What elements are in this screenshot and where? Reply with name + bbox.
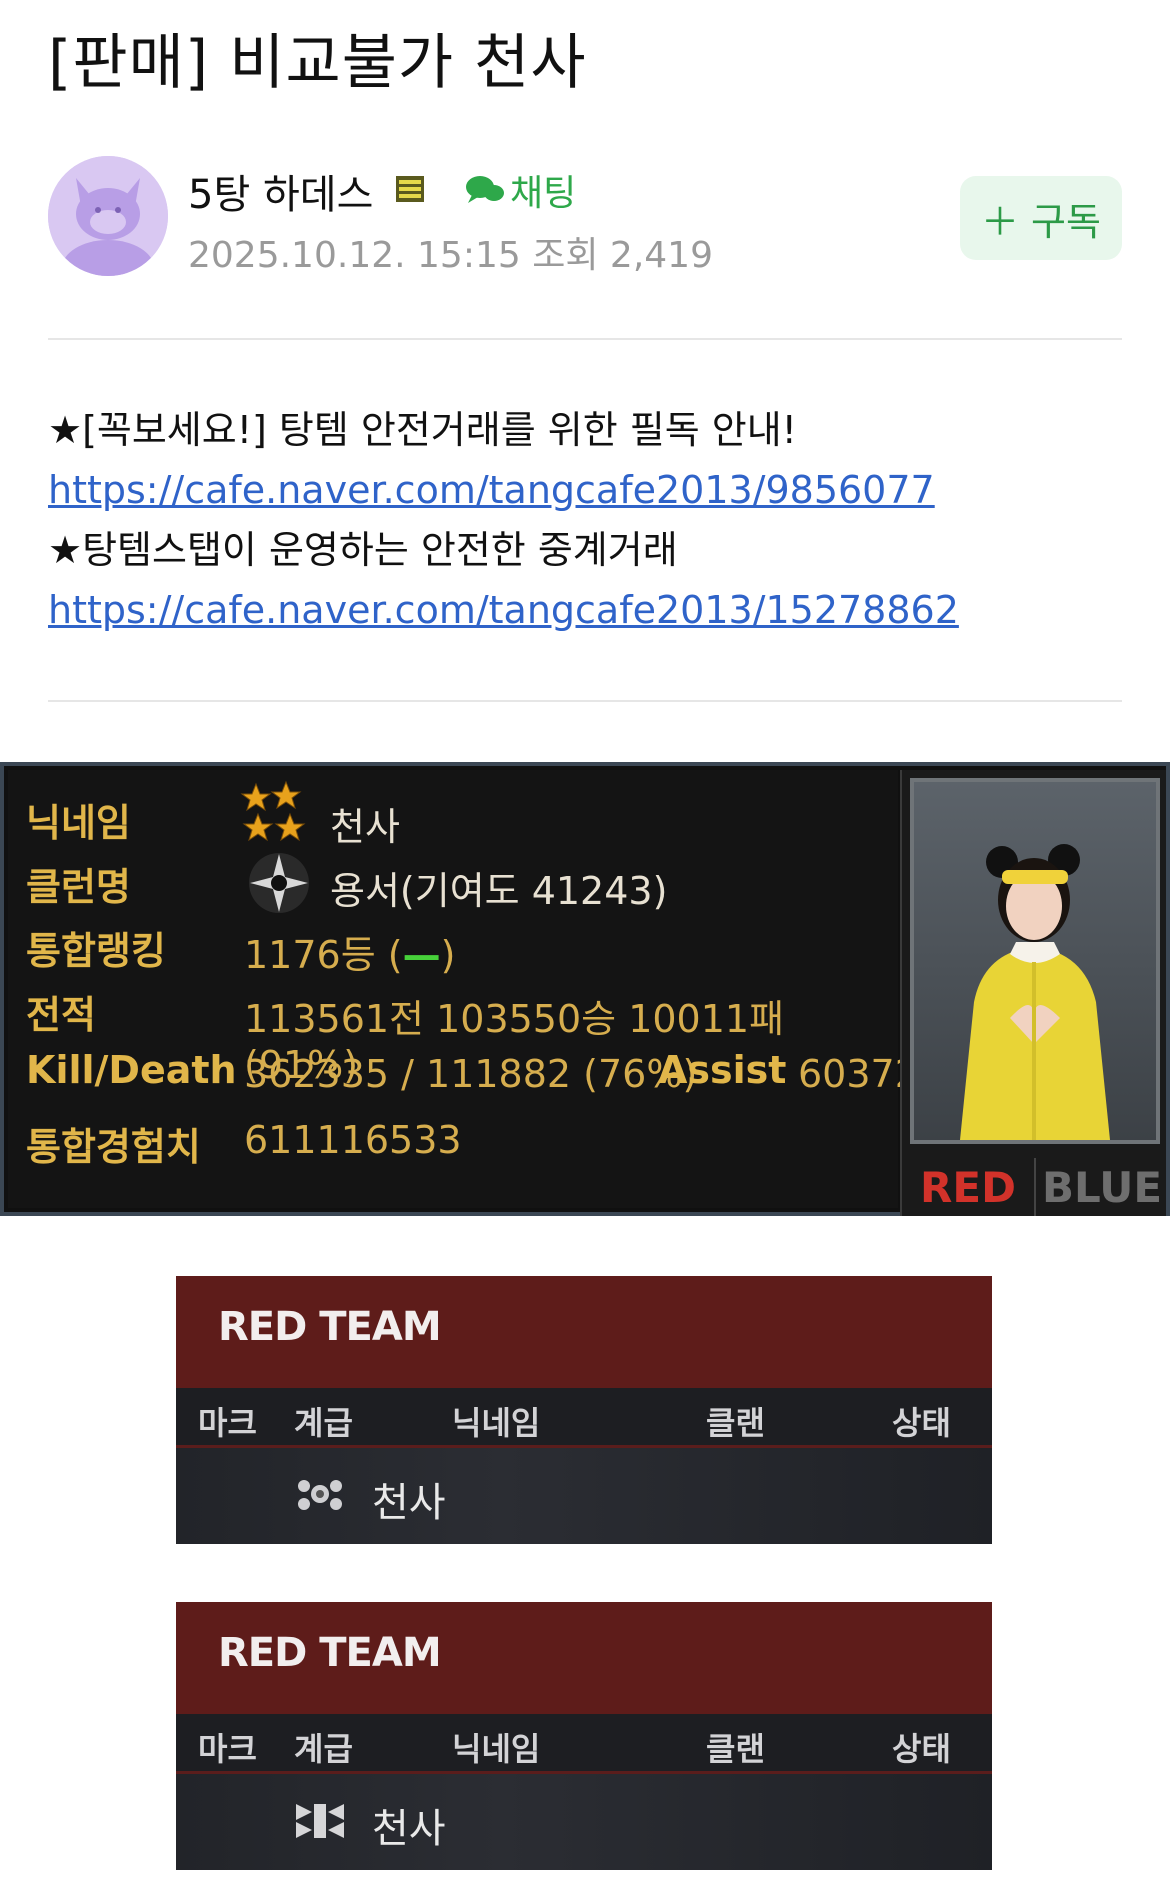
- col-clan: 클랜: [706, 1404, 765, 1442]
- post-date: 2025.10.12. 15:15: [188, 235, 521, 276]
- player-row: 천사: [176, 1774, 992, 1870]
- player-row: 천사: [176, 1448, 992, 1544]
- player-stats-panel: 닉네임 천사 클런명 용서(기여도 41243) 통합랭킹 1176등 (—) …: [0, 762, 1170, 1216]
- red-team-box: RED TEAM 마크 계급 닉네임 클랜 상태 천사: [176, 1276, 992, 1544]
- col-rank: 계급: [294, 1730, 353, 1768]
- notice-link[interactable]: https://cafe.naver.com/tangcafe2013/9856…: [48, 468, 935, 512]
- view-count: 2,419: [609, 235, 713, 276]
- nickname-label: 닉네임: [26, 801, 131, 845]
- assist-label: Assist: [658, 1048, 787, 1092]
- team-header: RED TEAM: [176, 1276, 992, 1388]
- character-portrait-box: RED BLUE: [900, 770, 1166, 1216]
- author-avatar[interactable]: [48, 156, 168, 276]
- rank-badge-icon: [292, 1798, 348, 1842]
- ranking-close: ): [440, 933, 456, 977]
- team-tabs: RED BLUE: [902, 1158, 1168, 1216]
- kd-label: Kill/Death: [26, 1048, 237, 1092]
- tab-red-team[interactable]: RED: [902, 1158, 1036, 1216]
- chat-button[interactable]: 채팅: [464, 164, 576, 216]
- divider: [48, 338, 1122, 340]
- player-nickname[interactable]: 천사: [372, 1796, 446, 1854]
- team-title: RED TEAM: [218, 1304, 442, 1350]
- plus-icon: ＋: [981, 199, 1020, 244]
- exp-value: 611116533: [244, 1118, 462, 1162]
- nickname-value: 천사: [330, 805, 400, 849]
- chat-bubble-icon: [466, 176, 504, 203]
- col-status: 상태: [892, 1404, 951, 1442]
- tab-blue-team[interactable]: BLUE: [1036, 1158, 1168, 1216]
- ranking-label: 통합랭킹: [26, 929, 166, 973]
- col-mark: 마크: [198, 1404, 257, 1442]
- clan-value: 용서(기여도 41243): [330, 869, 668, 913]
- rank-badge-icon: [292, 1472, 348, 1516]
- ranking-change: —: [402, 933, 441, 977]
- views-label: 조회: [532, 235, 599, 276]
- kd-value: 362335 / 111882 (76%): [244, 1052, 698, 1096]
- clan-mark-icon: [244, 848, 314, 918]
- team-columns: 마크 계급 닉네임 클랜 상태: [176, 1714, 992, 1774]
- col-clan: 클랜: [706, 1730, 765, 1768]
- ranking-value: 1176등 (—): [244, 924, 455, 979]
- col-nickname: 닉네임: [452, 1730, 541, 1768]
- author-name[interactable]: 5탕 하데스: [188, 162, 373, 220]
- post-title: [판매] 비교불가 천사: [48, 28, 587, 98]
- subscribe-button[interactable]: ＋ 구독: [960, 176, 1122, 260]
- subscribe-label: 구독: [1031, 199, 1101, 244]
- team-columns: 마크 계급 닉네임 클랜 상태: [176, 1388, 992, 1448]
- notice-line: ★[꼭보세요!] 탕템 안전거래를 위한 필독 안내!: [48, 408, 797, 452]
- divider: [48, 700, 1122, 702]
- clan-label: 클런명: [26, 865, 131, 909]
- notice-block: ★[꼭보세요!] 탕템 안전거래를 위한 필독 안내! https://cafe…: [48, 400, 959, 640]
- team-header: RED TEAM: [176, 1602, 992, 1714]
- stats-area: 닉네임 천사 클런명 용서(기여도 41243) 통합랭킹 1176등 (—) …: [8, 770, 919, 1208]
- team-title: RED TEAM: [218, 1630, 442, 1676]
- record-label: 전적: [26, 993, 96, 1037]
- author-info: 5탕 하데스 채팅 2025.10.12. 15:15 조회 2,419 ＋ 구…: [48, 156, 1122, 280]
- character-portrait: [910, 778, 1160, 1144]
- ranking-number: 1176등 (: [244, 933, 403, 977]
- notice-line: ★탕템스탭이 운영하는 안전한 중계거래: [48, 528, 678, 572]
- exp-label: 통합경험치: [26, 1125, 201, 1169]
- player-nickname[interactable]: 천사: [372, 1470, 446, 1528]
- chat-label: 채팅: [510, 173, 577, 214]
- col-nickname: 닉네임: [452, 1404, 541, 1442]
- red-team-box: RED TEAM 마크 계급 닉네임 클랜 상태 천사: [176, 1602, 992, 1870]
- notice-link[interactable]: https://cafe.naver.com/tangcafe2013/1527…: [48, 588, 959, 632]
- rank-stars-icon: [238, 780, 318, 850]
- member-level-icon: [394, 172, 426, 204]
- col-rank: 계급: [294, 1404, 353, 1442]
- col-status: 상태: [892, 1730, 951, 1768]
- col-mark: 마크: [198, 1730, 257, 1768]
- post-meta: 2025.10.12. 15:15 조회 2,419: [188, 226, 713, 278]
